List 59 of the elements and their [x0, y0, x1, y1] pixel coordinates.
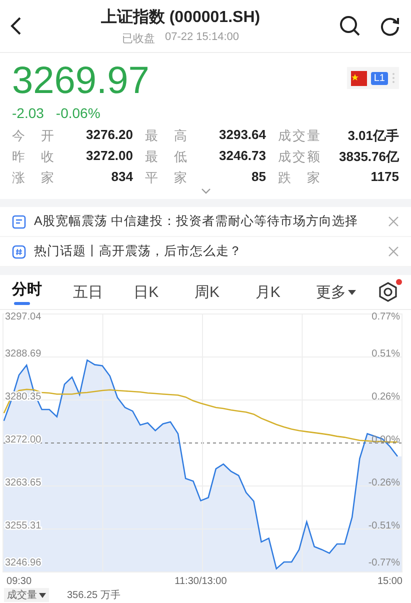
stat-value: 3246.73 — [218, 148, 266, 165]
stat-label: 最高 — [145, 127, 187, 145]
y-axis-label: 3246.96 — [5, 558, 42, 569]
percent-axis-label: -0.77% — [368, 558, 400, 569]
chart-tab[interactable]: 五日 — [72, 276, 134, 308]
stat-label: 平家 — [145, 169, 187, 187]
price-change: -2.03 — [12, 105, 44, 121]
stat-label: 最低 — [145, 148, 187, 166]
expand-icon[interactable] — [200, 187, 210, 195]
stat-label: 成交额 — [278, 148, 320, 166]
y-axis-label: 3272.00 — [5, 434, 42, 446]
y-axis-label: 3255.31 — [5, 520, 42, 532]
percent-axis-label: -0.26% — [368, 478, 400, 489]
hashtag-icon — [12, 244, 26, 258]
update-time: 07-22 15:14:00 — [164, 30, 239, 44]
settings-icon[interactable] — [376, 281, 399, 303]
percent-axis-label: 0.51% — [372, 348, 400, 360]
chart-tab[interactable]: 分时 — [12, 274, 73, 310]
stat-value: 834 — [110, 169, 133, 186]
chart-tab[interactable]: 更多 — [316, 276, 377, 308]
y-axis-label: 3263.65 — [5, 478, 42, 489]
stat-value: 3.01亿手 — [346, 127, 399, 145]
back-icon[interactable] — [10, 16, 22, 36]
stat-label: 昨收 — [12, 148, 54, 166]
x-axis-label: 15:00 — [377, 576, 402, 587]
search-icon[interactable] — [339, 15, 361, 37]
chart-tab[interactable]: 月K — [255, 276, 316, 308]
volume-value: 356.25 万手 — [67, 588, 120, 602]
x-axis-label: 09:30 — [6, 576, 32, 587]
refresh-icon[interactable] — [379, 15, 401, 37]
index-title: 上证指数 (000001.SH) — [100, 8, 260, 28]
last-price: 3269.97 — [12, 59, 150, 103]
flag-icon — [350, 70, 367, 86]
level-badge: L1 — [370, 72, 388, 84]
document-icon — [12, 214, 26, 228]
stat-label: 今开 — [12, 127, 54, 145]
percent-axis-label: 0.77% — [372, 312, 400, 323]
stat-value: 1175 — [370, 169, 399, 186]
x-axis-label: 11:30/13:00 — [174, 576, 227, 587]
y-axis-label: 3297.04 — [5, 312, 42, 323]
chart-tab[interactable]: 周K — [194, 276, 256, 308]
stat-label: 成交量 — [278, 127, 320, 145]
y-axis-label: 3288.69 — [5, 348, 42, 360]
percent-change: -0.06% — [56, 105, 100, 121]
news-headline[interactable]: A股宽幅震荡 中信建投：投资者需耐心等待市场方向选择 — [34, 213, 380, 230]
stat-value: 3835.76亿 — [338, 148, 399, 166]
stat-label: 涨家 — [12, 169, 54, 187]
stat-label: 跌家 — [278, 169, 320, 187]
percent-axis-label: 0.26% — [372, 392, 400, 403]
stat-value: 3272.00 — [85, 148, 133, 165]
percent-axis-label: -0.51% — [368, 520, 400, 532]
market-status: 已收盘 — [122, 32, 155, 46]
stat-value: 85 — [250, 169, 266, 186]
news-headline[interactable]: 热门话题丨高开震荡，后市怎么走？ — [34, 243, 380, 260]
stat-value: 3276.20 — [85, 127, 133, 144]
chart-tab[interactable]: 日K — [134, 276, 194, 308]
caret-icon[interactable] — [39, 592, 46, 598]
stat-value: 3293.64 — [218, 127, 266, 144]
caret-icon — [348, 290, 356, 294]
